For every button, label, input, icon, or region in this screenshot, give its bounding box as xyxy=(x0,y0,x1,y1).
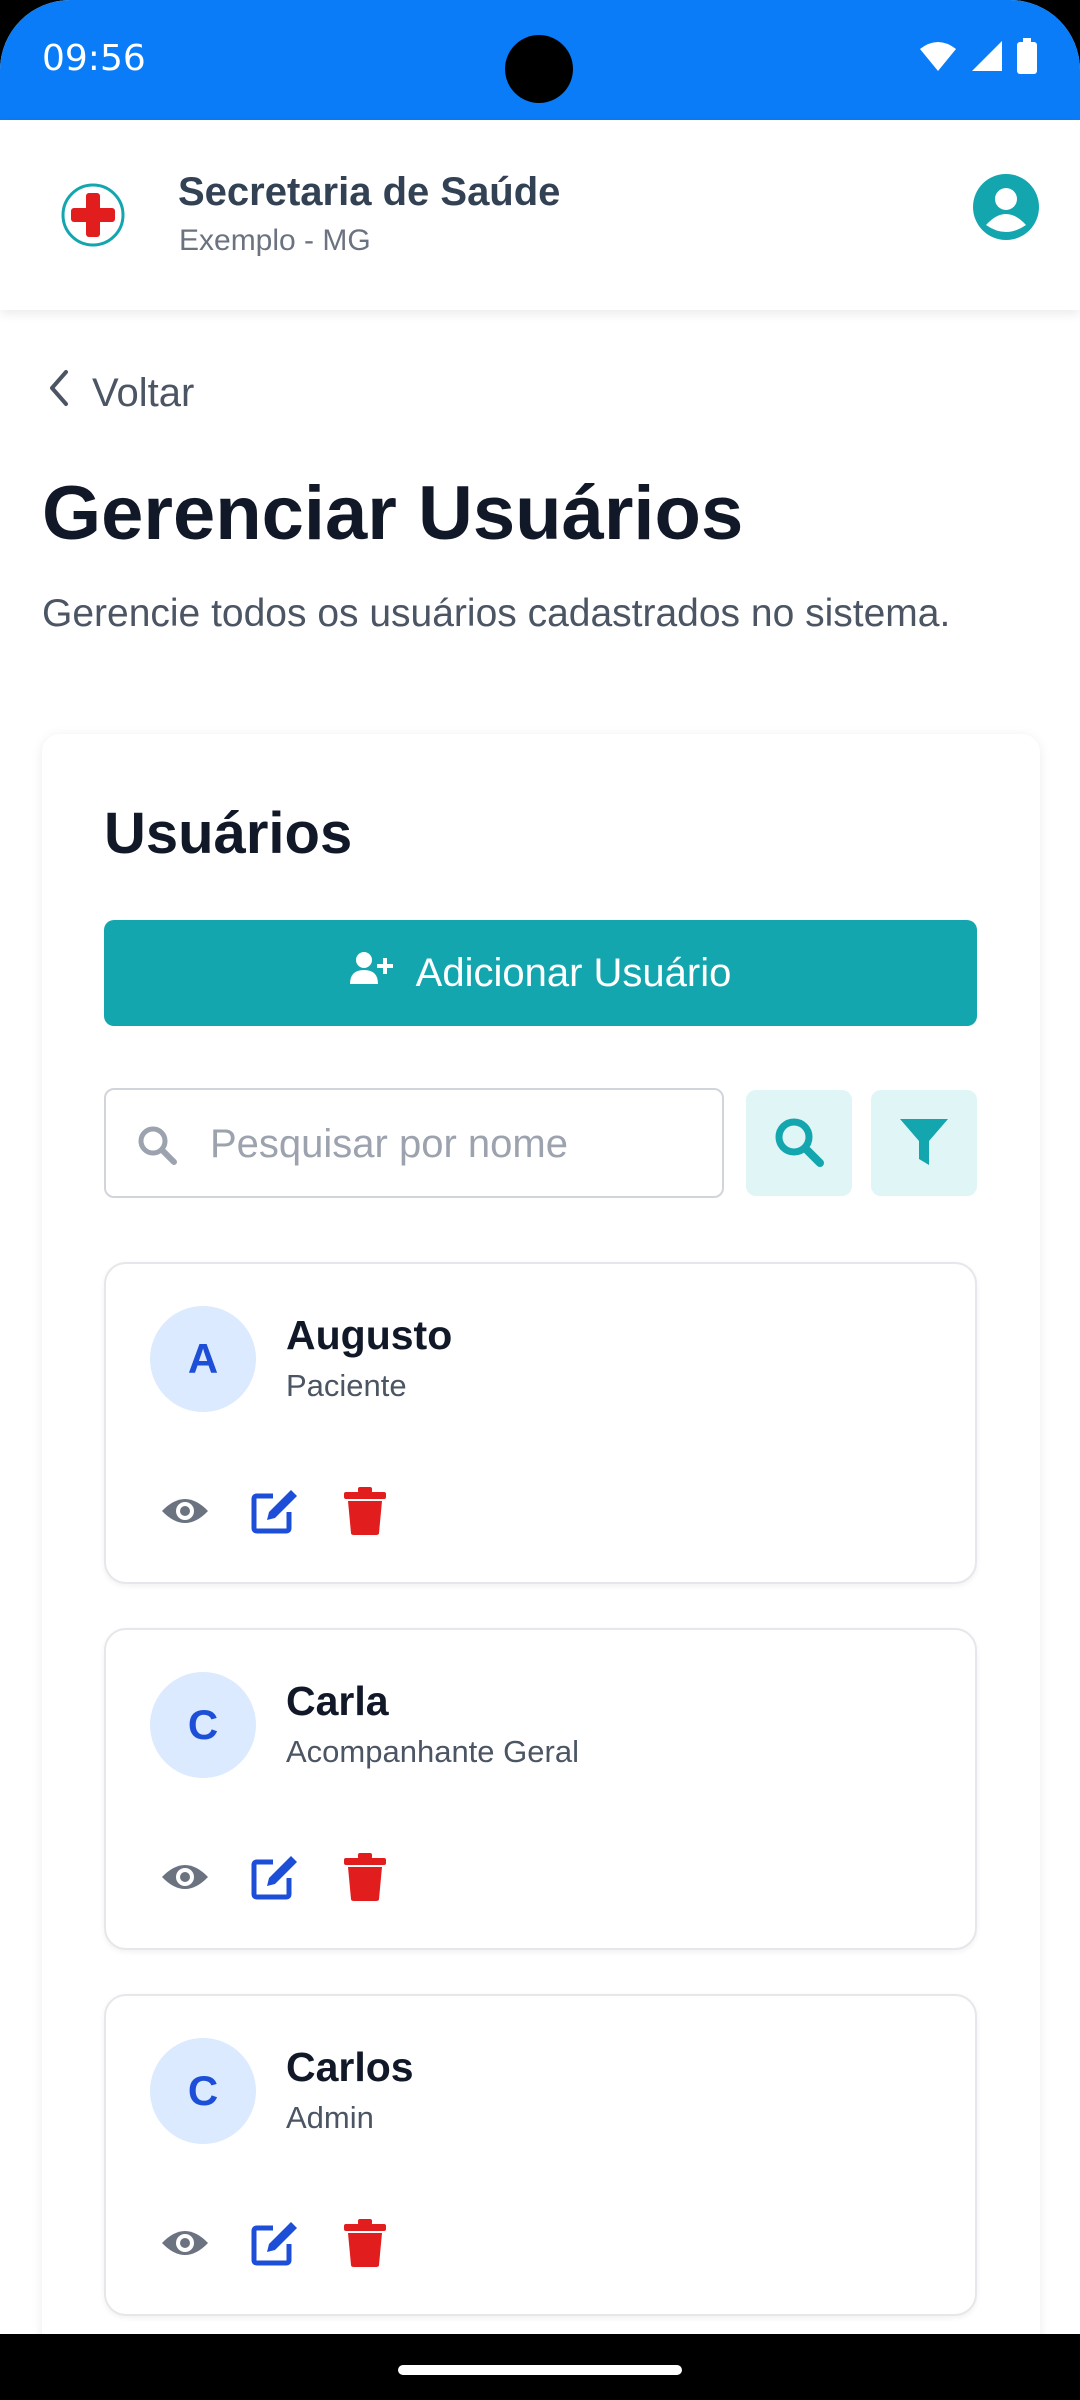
status-icons xyxy=(918,38,1038,79)
user-name: Carlos xyxy=(286,2044,414,2090)
back-link[interactable]: Voltar xyxy=(46,368,194,418)
user-card[interactable]: A Augusto Paciente xyxy=(104,1262,977,1584)
battery-icon xyxy=(1016,38,1038,79)
view-eye-icon[interactable] xyxy=(160,1486,210,1536)
user-actions xyxy=(160,2218,390,2268)
health-cross-logo-icon xyxy=(60,182,126,248)
signal-icon xyxy=(970,39,1004,78)
page-title: Gerenciar Usuários xyxy=(42,471,744,556)
org-name: Secretaria de Saúde xyxy=(178,170,561,214)
view-eye-icon[interactable] xyxy=(160,2218,210,2268)
user-profile-icon[interactable] xyxy=(972,173,1040,241)
status-time: 09:56 xyxy=(42,38,146,79)
user-role: Paciente xyxy=(286,1368,407,1403)
user-role: Admin xyxy=(286,2100,374,2135)
home-indicator[interactable] xyxy=(398,2365,682,2375)
search-input[interactable] xyxy=(210,1110,700,1178)
user-avatar: C xyxy=(150,2038,256,2144)
edit-icon[interactable] xyxy=(250,1486,300,1536)
search-icon xyxy=(772,1115,826,1172)
users-panel-title: Usuários xyxy=(104,801,353,866)
edit-icon[interactable] xyxy=(250,1852,300,1902)
add-user-button[interactable]: Adicionar Usuário xyxy=(104,920,977,1026)
user-avatar: C xyxy=(150,1672,256,1778)
front-camera xyxy=(505,35,573,103)
user-actions xyxy=(160,1852,390,1902)
search-icon xyxy=(136,1124,178,1171)
wifi-icon xyxy=(918,39,958,78)
delete-trash-icon[interactable] xyxy=(340,1486,390,1536)
delete-trash-icon[interactable] xyxy=(340,1852,390,1902)
user-role: Acompanhante Geral xyxy=(286,1734,579,1769)
user-avatar: A xyxy=(150,1306,256,1412)
user-card[interactable]: C Carlos Admin xyxy=(104,1994,977,2316)
user-name: Augusto xyxy=(286,1312,453,1358)
app-screen: 09:56 Secretaria de Saúde Exemplo - MG V… xyxy=(0,0,1080,2334)
add-user-label: Adicionar Usuário xyxy=(415,950,732,995)
app-header: Secretaria de Saúde Exemplo - MG xyxy=(0,120,1080,310)
view-eye-icon[interactable] xyxy=(160,1852,210,1902)
user-card[interactable]: C Carla Acompanhante Geral xyxy=(104,1628,977,1950)
search-button[interactable] xyxy=(746,1090,852,1196)
filter-icon xyxy=(897,1115,951,1172)
search-field[interactable] xyxy=(104,1088,724,1198)
edit-icon[interactable] xyxy=(250,2218,300,2268)
org-location: Exemplo - MG xyxy=(179,224,371,257)
delete-trash-icon[interactable] xyxy=(340,2218,390,2268)
page-subtitle: Gerencie todos os usuários cadastrados n… xyxy=(42,592,951,635)
user-plus-icon xyxy=(349,950,394,996)
status-bar: 09:56 xyxy=(0,0,1080,120)
filter-button[interactable] xyxy=(871,1090,977,1196)
user-name: Carla xyxy=(286,1678,389,1724)
back-label: Voltar xyxy=(92,370,195,415)
chevron-left-icon xyxy=(46,368,72,418)
user-actions xyxy=(160,1486,390,1536)
